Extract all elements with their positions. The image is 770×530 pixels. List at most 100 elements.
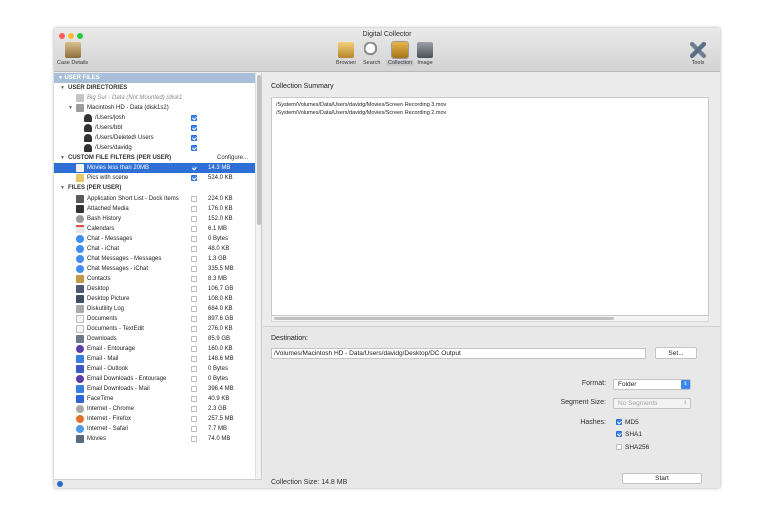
case-details-button[interactable]: Case Details <box>57 42 88 66</box>
file-checkbox[interactable] <box>191 286 197 292</box>
directory-checkbox[interactable] <box>191 135 197 141</box>
file-checkbox[interactable] <box>191 256 197 262</box>
action-gear-icon[interactable] <box>57 481 63 487</box>
directory-checkbox[interactable] <box>191 145 197 151</box>
file-checkbox[interactable] <box>191 406 197 412</box>
file-row[interactable]: Chat Messages - iChat 335.5 MB <box>54 264 256 274</box>
sidebar-scroll-thumb[interactable] <box>257 75 261 225</box>
file-row[interactable]: Movies 74.0 MB <box>54 434 256 444</box>
summary-scroll-thumb[interactable] <box>274 317 614 320</box>
browser-button[interactable]: Browser <box>336 42 356 66</box>
sidebar-scrollbar[interactable] <box>255 73 261 479</box>
chrome-icon <box>76 405 84 413</box>
file-checkbox[interactable] <box>191 316 197 322</box>
calendar-icon <box>76 225 84 233</box>
hash-sha256-option[interactable]: SHA256 <box>616 443 649 452</box>
format-select[interactable]: Folder ⇕ <box>613 379 691 390</box>
filter-checkbox[interactable] <box>191 165 197 171</box>
file-checkbox[interactable] <box>191 356 197 362</box>
search-button[interactable]: Search <box>363 42 380 66</box>
destination-path-field[interactable]: /Volumes/Macintosh HD - Data/Users/david… <box>271 348 646 359</box>
file-checkbox[interactable] <box>191 426 197 432</box>
file-row[interactable]: Email - Outlook 0 Bytes <box>54 364 256 374</box>
file-checkbox[interactable] <box>191 266 197 272</box>
file-checkbox[interactable] <box>191 296 197 302</box>
file-checkbox[interactable] <box>191 206 197 212</box>
file-row[interactable]: Email - Mail 148.6 MB <box>54 354 256 364</box>
file-checkbox[interactable] <box>191 386 197 392</box>
user-directories-group[interactable]: ▼ USER DIRECTORIES <box>54 83 256 93</box>
summary-horizontal-scrollbar[interactable] <box>271 316 709 322</box>
file-row[interactable]: Email Downloads - Entourage 0 Bytes <box>54 374 256 384</box>
file-row[interactable]: Chat - iChat 48.0 KB <box>54 244 256 254</box>
filter-checkbox[interactable] <box>191 175 197 181</box>
file-row[interactable]: Internet - Chrome 2.3 GB <box>54 404 256 414</box>
file-checkbox[interactable] <box>191 376 197 382</box>
file-row[interactable]: Downloads 85.9 GB <box>54 334 256 344</box>
file-label: Documents - TextEdit <box>87 326 144 332</box>
image-button[interactable]: Image <box>417 42 433 66</box>
file-checkbox[interactable] <box>191 436 197 442</box>
file-row[interactable]: FaceTime 40.9 KB <box>54 394 256 404</box>
file-row[interactable]: Attached Media 176.0 KB <box>54 204 256 214</box>
user-files-header[interactable]: ▼ USER FILES <box>54 73 256 83</box>
configure-link[interactable]: Configure... <box>217 153 248 163</box>
file-row[interactable]: Chat Messages - Messages 1.3 GB <box>54 254 256 264</box>
file-row[interactable]: Bash History 152.0 KB <box>54 214 256 224</box>
user-icon <box>84 114 92 122</box>
files-per-user-group[interactable]: ▼ FILES (PER USER) <box>54 183 256 193</box>
file-checkbox[interactable] <box>191 396 197 402</box>
sha1-checkbox[interactable] <box>616 431 622 437</box>
collection-summary-list[interactable]: /System/Volumes/Data/Users/davidg/Movies… <box>271 97 709 316</box>
file-checkbox[interactable] <box>191 346 197 352</box>
directory-checkbox[interactable] <box>191 125 197 131</box>
file-row[interactable]: Desktop Picture 108.0 KB <box>54 294 256 304</box>
filter-row[interactable]: Pics with scene 524.0 KB <box>54 173 256 183</box>
user-directory-row[interactable]: /Users/josh <box>54 113 256 123</box>
file-row[interactable]: Application Short List - Dock Items 224.0… <box>54 194 256 204</box>
file-row[interactable]: Chat - Messages 0 Bytes <box>54 234 256 244</box>
file-checkbox[interactable] <box>191 336 197 342</box>
file-row[interactable]: Desktop 106.7 GB <box>54 284 256 294</box>
user-directory-row[interactable]: /Users/davidg <box>54 143 256 153</box>
user-directory-row[interactable]: /Users/bbt <box>54 123 256 133</box>
file-checkbox[interactable] <box>191 326 197 332</box>
file-checkbox[interactable] <box>191 366 197 372</box>
file-row[interactable]: Diskutility Log 684.0 KB <box>54 304 256 314</box>
file-checkbox[interactable] <box>191 236 197 242</box>
file-checkbox[interactable] <box>191 246 197 252</box>
filter-row-selected[interactable]: Movies less than 20MB 14.3 MB <box>54 163 256 173</box>
file-row[interactable]: Documents - TextEdit 276.0 KB <box>54 324 256 334</box>
hash-sha1-option[interactable]: SHA1 <box>616 430 642 439</box>
file-row[interactable]: Contacts 8.3 MB <box>54 274 256 284</box>
file-row[interactable]: Documents 897.6 GB <box>54 314 256 324</box>
md5-checkbox[interactable] <box>616 419 622 425</box>
file-checkbox[interactable] <box>191 276 197 282</box>
file-row[interactable]: Internet - Firefox 257.5 MB <box>54 414 256 424</box>
custom-filters-group[interactable]: ▼ CUSTOM FILE FILTERS (PER USER) Configu… <box>54 153 256 163</box>
file-checkbox[interactable] <box>191 306 197 312</box>
file-checkbox[interactable] <box>191 226 197 232</box>
file-row[interactable]: Email - Entourage 160.0 KB <box>54 344 256 354</box>
collection-button[interactable]: Collection <box>386 41 415 66</box>
file-checkbox[interactable] <box>191 196 197 202</box>
file-checkbox[interactable] <box>191 216 197 222</box>
segment-size-select[interactable]: No Segments ⇕ <box>613 398 691 409</box>
user-directory-row[interactable]: /Users/Deleted\ Users <box>54 133 256 143</box>
file-row[interactable]: Internet - Safari 7.7 MB <box>54 424 256 434</box>
tools-button[interactable]: Tools <box>690 42 706 66</box>
file-size: 396.4 MB <box>208 386 234 392</box>
sha256-checkbox[interactable] <box>616 444 622 450</box>
start-button[interactable]: Start <box>622 473 702 484</box>
set-destination-button[interactable]: Set... <box>655 347 697 359</box>
file-row[interactable]: Calendars 6.1 MB <box>54 224 256 234</box>
directory-checkbox[interactable] <box>191 115 197 121</box>
summary-line: /System/Volumes/Data/Users/davidg/Movies… <box>276 110 447 116</box>
volume-big-sur[interactable]: Big Sur - Data (Not Mounted) (disk1 <box>54 93 256 103</box>
file-row[interactable]: Email Downloads - Mail 396.4 MB <box>54 384 256 394</box>
volume-macintosh-hd[interactable]: ▼ Macintosh HD - Data (disk1s2) <box>54 103 256 113</box>
hash-md5-option[interactable]: MD5 <box>616 418 639 427</box>
file-checkbox[interactable] <box>191 416 197 422</box>
magnifier-icon <box>363 42 380 58</box>
safari-icon <box>76 425 84 433</box>
